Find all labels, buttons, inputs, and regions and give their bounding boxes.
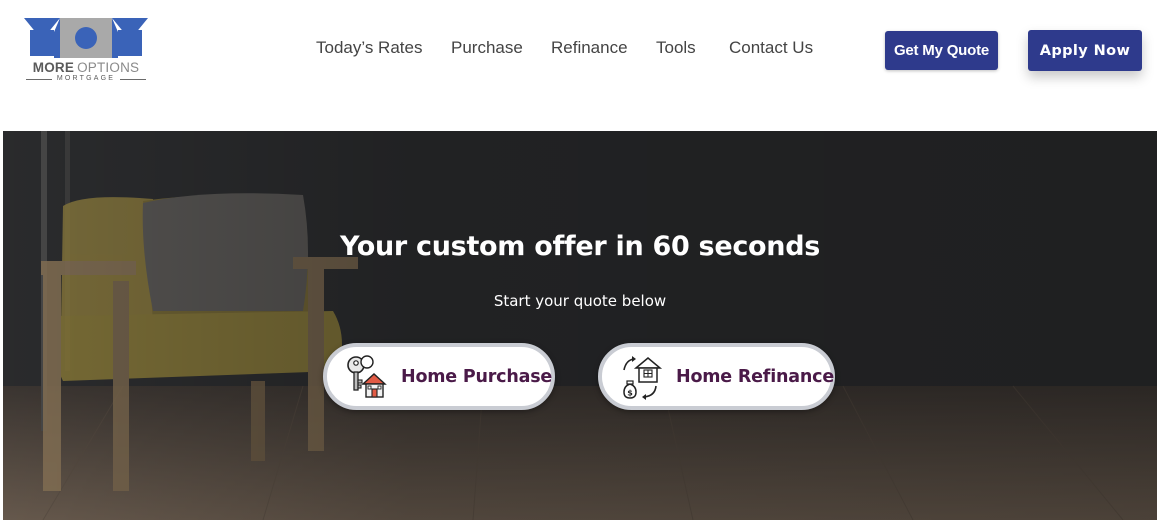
home-refinance-button[interactable]: $ Home Refinance bbox=[598, 343, 835, 410]
logo-wordmark: MORE OPTIONS bbox=[24, 60, 148, 75]
svg-text:$: $ bbox=[627, 388, 633, 397]
nav-refinance[interactable]: Refinance bbox=[551, 38, 628, 58]
nav-todays-rates[interactable]: Today’s Rates bbox=[316, 38, 422, 58]
hero-subtitle: Start your quote below bbox=[493, 292, 667, 310]
nav-contact-us[interactable]: Contact Us bbox=[729, 38, 813, 58]
hero-section: Your custom offer in 60 seconds Start yo… bbox=[3, 131, 1157, 520]
apply-now-button[interactable]: Apply Now bbox=[1028, 30, 1142, 71]
refinance-house-icon: $ bbox=[623, 355, 663, 400]
logo-word-options: OPTIONS bbox=[77, 60, 140, 75]
logo-word-more: MORE bbox=[32, 60, 75, 75]
brand-logo[interactable]: MORE OPTIONS MORTGAGE bbox=[24, 16, 148, 84]
home-purchase-label: Home Purchase bbox=[401, 366, 553, 387]
nav-tools[interactable]: Tools bbox=[656, 38, 696, 58]
site-header: MORE OPTIONS MORTGAGE Today’s Rates Purch… bbox=[0, 0, 1160, 130]
logo-mark-icon bbox=[24, 18, 148, 58]
logo-rule-right bbox=[120, 79, 146, 80]
keys-house-icon bbox=[347, 354, 387, 398]
nav-purchase[interactable]: Purchase bbox=[451, 38, 523, 58]
home-purchase-button[interactable]: Home Purchase bbox=[323, 343, 555, 410]
get-my-quote-button[interactable]: Get My Quote bbox=[885, 31, 998, 70]
hero-title: Your custom offer in 60 seconds bbox=[339, 231, 821, 262]
home-refinance-label: Home Refinance bbox=[676, 366, 834, 387]
hero-background-image bbox=[3, 131, 1157, 520]
logo-tagline: MORTGAGE bbox=[24, 75, 148, 85]
